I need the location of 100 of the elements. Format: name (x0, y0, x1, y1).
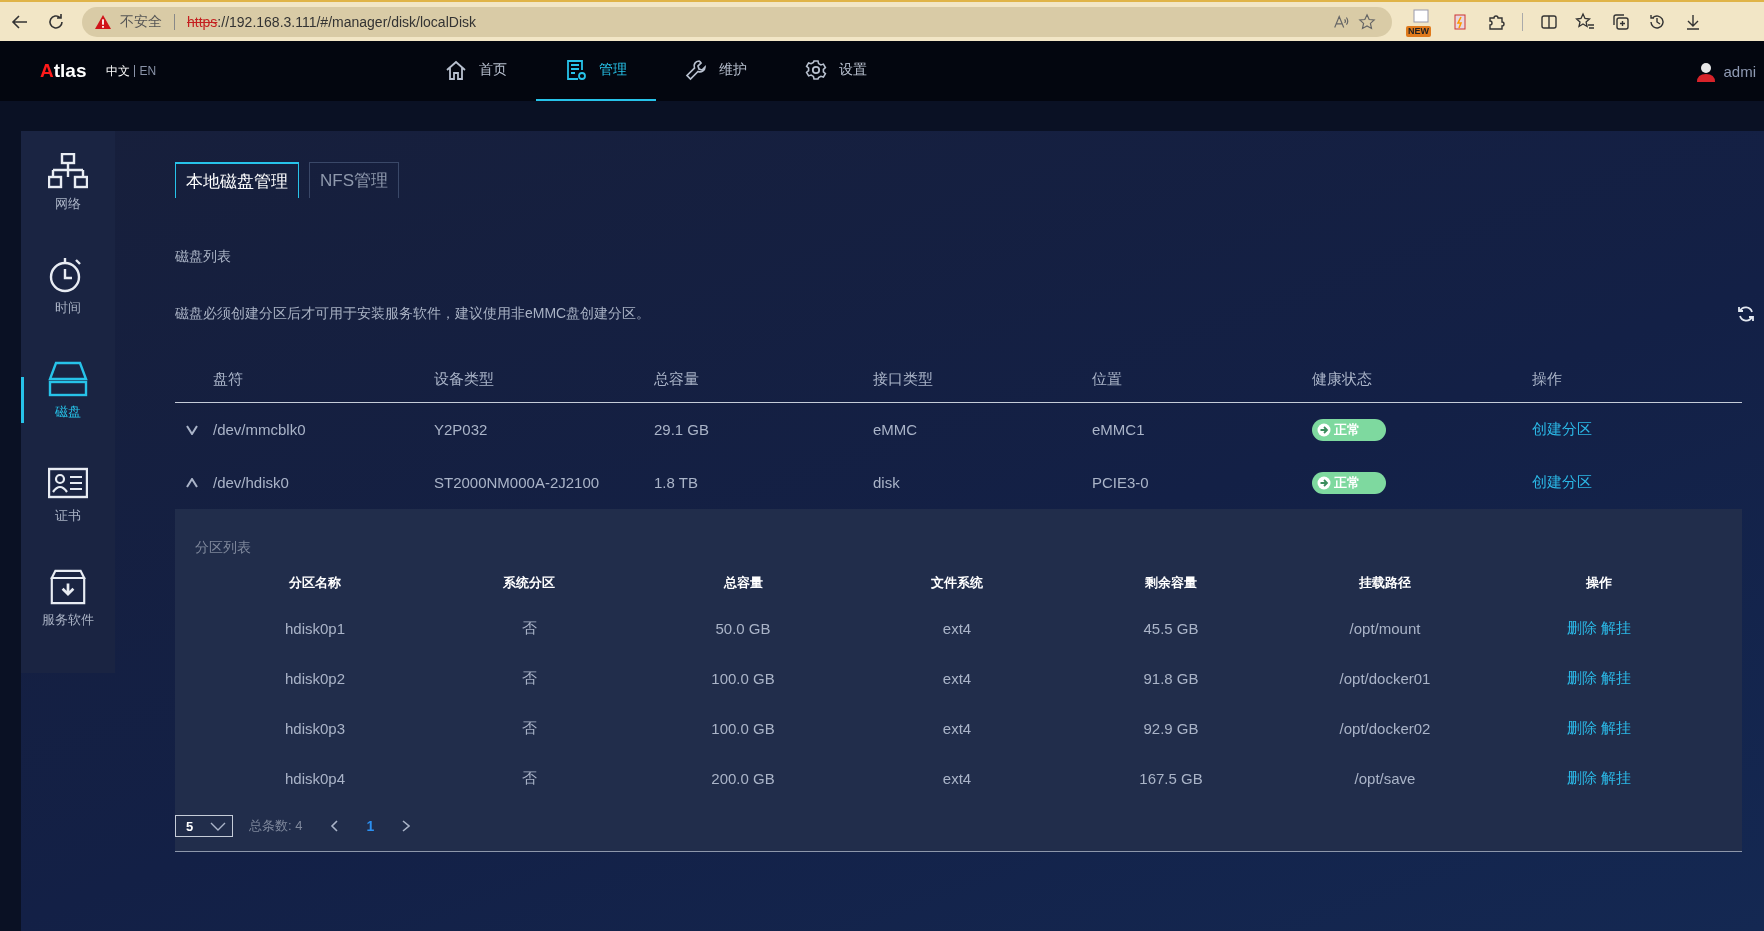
security-label: 不安全 (120, 12, 162, 31)
action-link[interactable]: 解挂 (1601, 668, 1631, 688)
sidebar-item[interactable]: 时间 (21, 257, 115, 361)
nav-tab[interactable]: 首页 (416, 41, 537, 101)
table-cell-text: 否 (520, 718, 538, 738)
url-text: https://192.168.3.111/#/manager/disk/localDisk (187, 13, 476, 30)
table-cell-text: 29.1 GB (654, 421, 711, 438)
column-header: 操作 (1585, 574, 1613, 592)
table-cell-text: eMMC (873, 421, 919, 438)
column-header: 文件系统 (930, 574, 984, 592)
column-header: 总容量 (722, 574, 764, 592)
reload-icon[interactable] (46, 11, 66, 32)
caret-icon (210, 821, 226, 831)
download-box-icon (48, 569, 88, 605)
avatar-icon[interactable] (1695, 60, 1718, 82)
warning-icon (94, 13, 112, 30)
previous-page-icon[interactable] (330, 820, 339, 832)
column-header: 设备类型 (434, 369, 495, 389)
table-cell-text: 200.0 GB (710, 769, 776, 787)
table-cell-text: 否 (520, 618, 538, 638)
table-cell-text: /opt/docker02 (1338, 719, 1432, 737)
column-header: 健康状态 (1312, 369, 1373, 389)
table-cell-text: ext4 (941, 719, 973, 737)
sidebar-item[interactable]: 服务软件 (21, 569, 115, 673)
table-cell-text: hdisk0p1 (283, 619, 346, 637)
next-page-icon[interactable] (402, 820, 411, 832)
table-cell-text: 1.8 TB (654, 474, 699, 491)
refresh-icon[interactable] (1736, 304, 1756, 324)
action-link[interactable]: 删除 (1567, 768, 1597, 788)
table-cell-text: /opt/mount (1348, 619, 1422, 637)
sidebar-item[interactable]: 证书 (21, 465, 115, 569)
table-cell-text: disk (873, 474, 901, 491)
column-header: 分区名称 (288, 574, 342, 592)
table-cell-text: 否 (520, 768, 538, 788)
column-header: 剩余容量 (1144, 574, 1198, 592)
action-link[interactable]: 删除 (1567, 718, 1597, 738)
table-cell-text: PCIE3-0 (1092, 474, 1150, 491)
home-icon (445, 59, 468, 81)
action-link[interactable]: 解挂 (1601, 768, 1631, 788)
column-header: 盘符 (213, 369, 244, 389)
action-link[interactable]: 删除 (1567, 668, 1597, 688)
section-title: 磁盘列表 (175, 248, 232, 266)
tab[interactable]: NFS管理 (309, 162, 399, 198)
nav-tab[interactable]: 维护 (656, 41, 777, 101)
table-cell-text: /opt/docker01 (1338, 669, 1432, 687)
document-gear-icon (565, 59, 588, 81)
star-icon[interactable] (1358, 12, 1376, 31)
chevron-up-icon[interactable] (186, 477, 198, 488)
table-cell-text: hdisk0p3 (283, 719, 346, 737)
user-name[interactable]: admi (1723, 62, 1756, 80)
table-cell-text: 167.5 GB (1138, 769, 1204, 787)
language-option[interactable]: EN (139, 64, 157, 78)
column-header: 挂载路径 (1358, 574, 1412, 592)
column-header: 位置 (1092, 369, 1123, 389)
sidebar-item[interactable]: 网络 (21, 153, 115, 257)
table-cell-text: /dev/hdisk0 (213, 474, 290, 491)
settings-icon (805, 59, 828, 81)
network-icon (48, 153, 88, 189)
table-cell-text: /dev/mmcblk0 (213, 421, 307, 438)
address-bar[interactable]: 不安全 https://192.168.3.111/#/manager/disk/localDisk (82, 6, 1392, 37)
chevron-down-icon[interactable] (186, 424, 198, 435)
table-cell-text: hdisk0p4 (283, 769, 346, 787)
table-cell-text: 否 (520, 668, 538, 688)
panel-title: 分区列表 (195, 539, 252, 557)
table-cell-text: 50.0 GB (714, 619, 772, 637)
table-cell-text: /opt/save (1353, 769, 1417, 787)
column-header: 接口类型 (873, 369, 934, 389)
total-count: 总条数: 4 (249, 817, 303, 835)
collections-icon[interactable] (1611, 11, 1631, 32)
language-option[interactable]: 中文 (106, 62, 131, 80)
tab[interactable]: 本地磁盘管理 (175, 162, 299, 198)
table-cell-text: eMMC1 (1092, 421, 1146, 438)
action-link[interactable]: 解挂 (1601, 618, 1631, 638)
action-link[interactable]: 删除 (1567, 618, 1597, 638)
column-header: 系统分区 (502, 574, 556, 592)
table-cell-text: ext4 (941, 669, 973, 687)
page-number[interactable]: 1 (366, 818, 375, 834)
table-cell-text: 100.0 GB (710, 669, 776, 687)
wrench-icon (685, 59, 708, 81)
table-cell-text: 92.9 GB (1142, 719, 1200, 737)
nav-tab[interactable]: 设置 (776, 41, 897, 101)
create-partition-link[interactable]: 创建分区 (1532, 473, 1592, 490)
page-size-select[interactable]: 5 (175, 815, 233, 837)
notice-text: 磁盘必须创建分区后才可用于安装服务软件，建议使用非eMMC盘创建分区。 (175, 305, 651, 323)
table-cell-text: ext4 (941, 619, 973, 637)
table-cell-text: 91.8 GB (1142, 669, 1200, 687)
create-partition-link[interactable]: 创建分区 (1532, 420, 1592, 437)
table-cell-text: ext4 (941, 769, 973, 787)
favorites-icon[interactable] (1575, 11, 1595, 32)
arrow-circle-icon (1317, 422, 1331, 437)
table-cell-text: 100.0 GB (710, 719, 776, 737)
sidebar-item[interactable]: 磁盘 (21, 361, 115, 465)
logo: Atlas (40, 60, 87, 82)
column-header: 总容量 (654, 369, 700, 389)
arrow-circle-icon (1317, 475, 1331, 490)
hard-drive-icon (48, 361, 88, 397)
table-cell-text: ST2000NM000A-2J2100 (434, 474, 601, 491)
status-badge: 正常 (1312, 418, 1386, 441)
action-link[interactable]: 解挂 (1601, 718, 1631, 738)
nav-tab[interactable]: 管理 (536, 41, 657, 101)
